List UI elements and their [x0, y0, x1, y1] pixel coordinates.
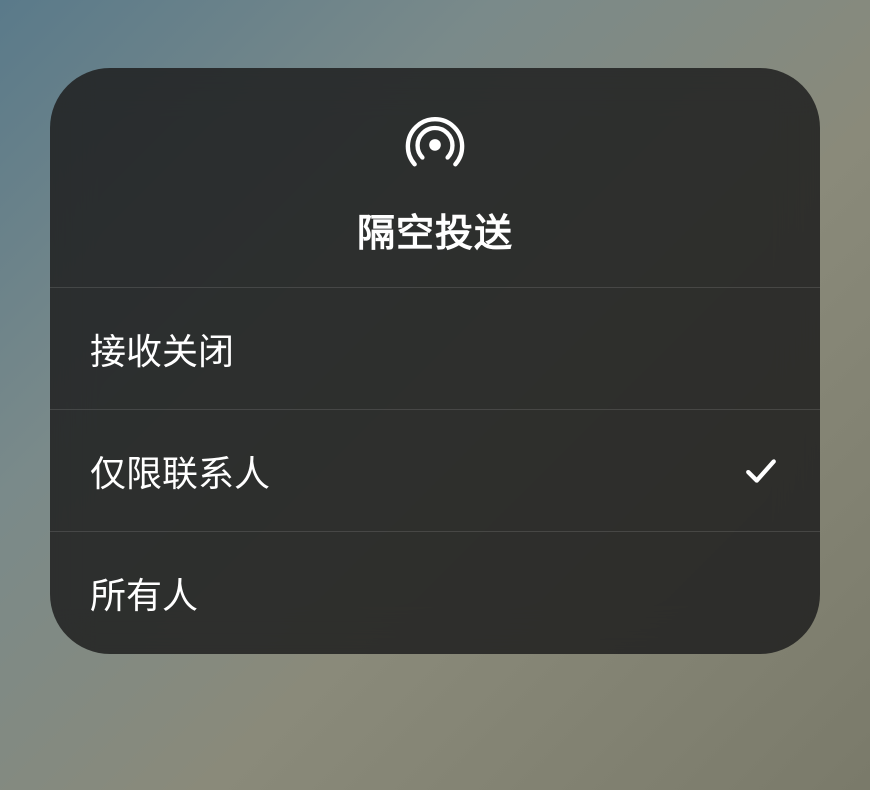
option-label: 所有人: [90, 567, 198, 619]
panel-header: 隔空投送: [50, 68, 820, 288]
panel-title: 隔空投送: [357, 202, 513, 257]
option-label: 仅限联系人: [90, 445, 270, 497]
option-contacts-only[interactable]: 仅限联系人: [50, 410, 820, 532]
options-list: 接收关闭 仅限联系人 所有人: [50, 288, 820, 654]
airdrop-panel: 隔空投送 接收关闭 仅限联系人 所有人: [50, 68, 820, 654]
airdrop-icon: [403, 110, 467, 174]
option-everyone[interactable]: 所有人: [50, 532, 820, 654]
option-label: 接收关闭: [90, 323, 234, 375]
option-receiving-off[interactable]: 接收关闭: [50, 288, 820, 410]
checkmark-icon: [742, 452, 780, 490]
